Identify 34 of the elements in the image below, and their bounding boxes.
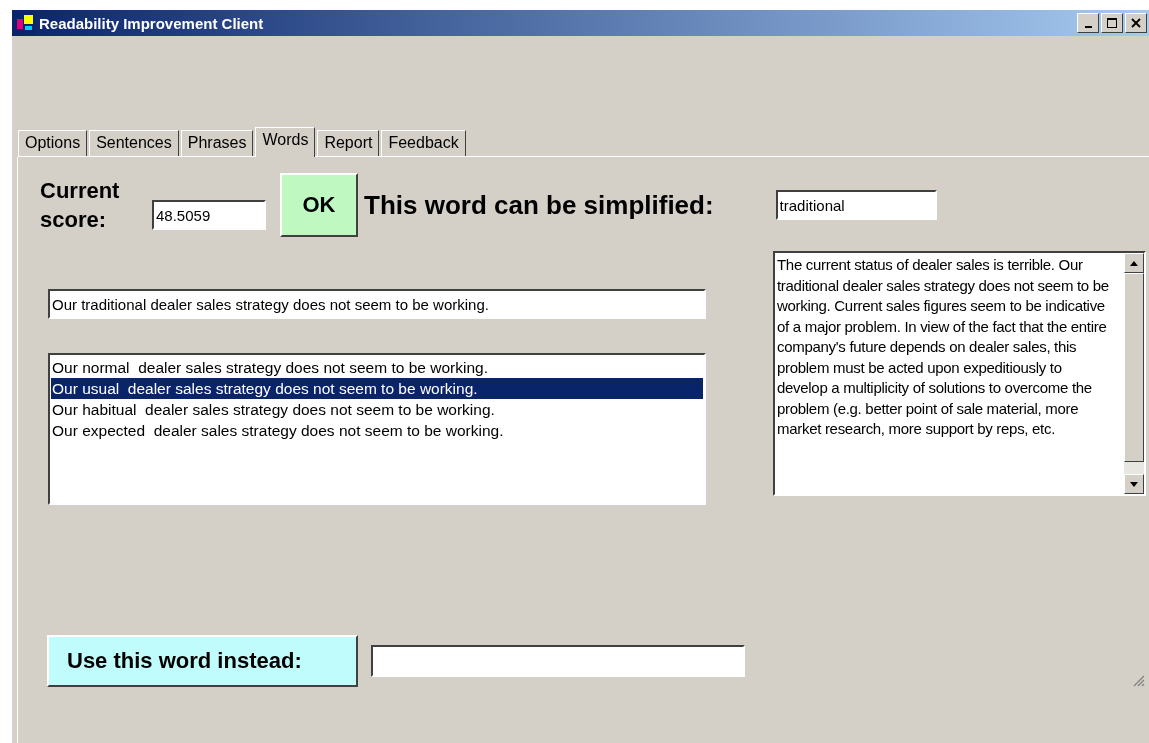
- scroll-up-button[interactable]: [1124, 253, 1144, 273]
- tab[interactable]: Sentences: [89, 130, 179, 156]
- app-icon: [15, 13, 35, 33]
- ok-button[interactable]: OK: [280, 173, 358, 237]
- scroll-thumb[interactable]: [1124, 273, 1144, 462]
- list-item[interactable]: Our normal dealer sales strategy does not seem to be working.: [51, 357, 703, 378]
- use-word-button[interactable]: Use this word instead:: [47, 635, 358, 687]
- replacement-field[interactable]: [371, 645, 745, 677]
- down-arrow-icon: [1130, 481, 1138, 487]
- close-button[interactable]: [1125, 13, 1147, 33]
- sentence-field[interactable]: Our traditional dealer sales strategy does not seem to be working.: [48, 289, 706, 319]
- minimize-icon: [1084, 26, 1092, 28]
- list-item[interactable]: Our habitual dealer sales strategy does not seem to be working.: [51, 399, 703, 420]
- tab[interactable]: Words: [255, 127, 316, 157]
- tab[interactable]: Feedback: [381, 130, 466, 156]
- up-arrow-icon: [1130, 260, 1138, 266]
- maximize-button[interactable]: [1101, 13, 1123, 33]
- document-text: The current status of dealer sales is terrible. Our traditional dealer sales strategy does not seem to be working. Current sales figures seem to be indicative of a major problem. In view of the fact that the entire company's future depends on dealer sales, this problem must be acted upon expeditiously to develop a multiplicity of solutions to overcome the problem (e.g. better point of sale material, more market research, more support by reps, etc.: [776, 255, 1110, 439]
- score-field[interactable]: 48.5059: [152, 200, 266, 230]
- tab[interactable]: Options: [18, 130, 88, 156]
- minimize-button[interactable]: [1077, 13, 1099, 33]
- maximize-icon: [1107, 18, 1117, 28]
- simplify-heading: This word can be simplified:: [364, 189, 714, 221]
- tab[interactable]: Report: [317, 130, 380, 156]
- word-field[interactable]: traditional: [775, 190, 937, 220]
- scroll-down-button[interactable]: [1124, 474, 1144, 494]
- document-textarea[interactable]: [773, 251, 1146, 496]
- resize-grip-icon[interactable]: [1133, 675, 1145, 687]
- list-item[interactable]: Our expected dealer sales strategy does not seem to be working.: [51, 420, 703, 441]
- score-label: Current score:: [40, 177, 121, 234]
- tab[interactable]: Phrases: [180, 130, 254, 156]
- window-title: Readability Improvement Client: [39, 14, 264, 32]
- list-item[interactable]: Our usual dealer sales strategy does not seem to be working.: [51, 378, 703, 399]
- close-icon: [1131, 18, 1141, 28]
